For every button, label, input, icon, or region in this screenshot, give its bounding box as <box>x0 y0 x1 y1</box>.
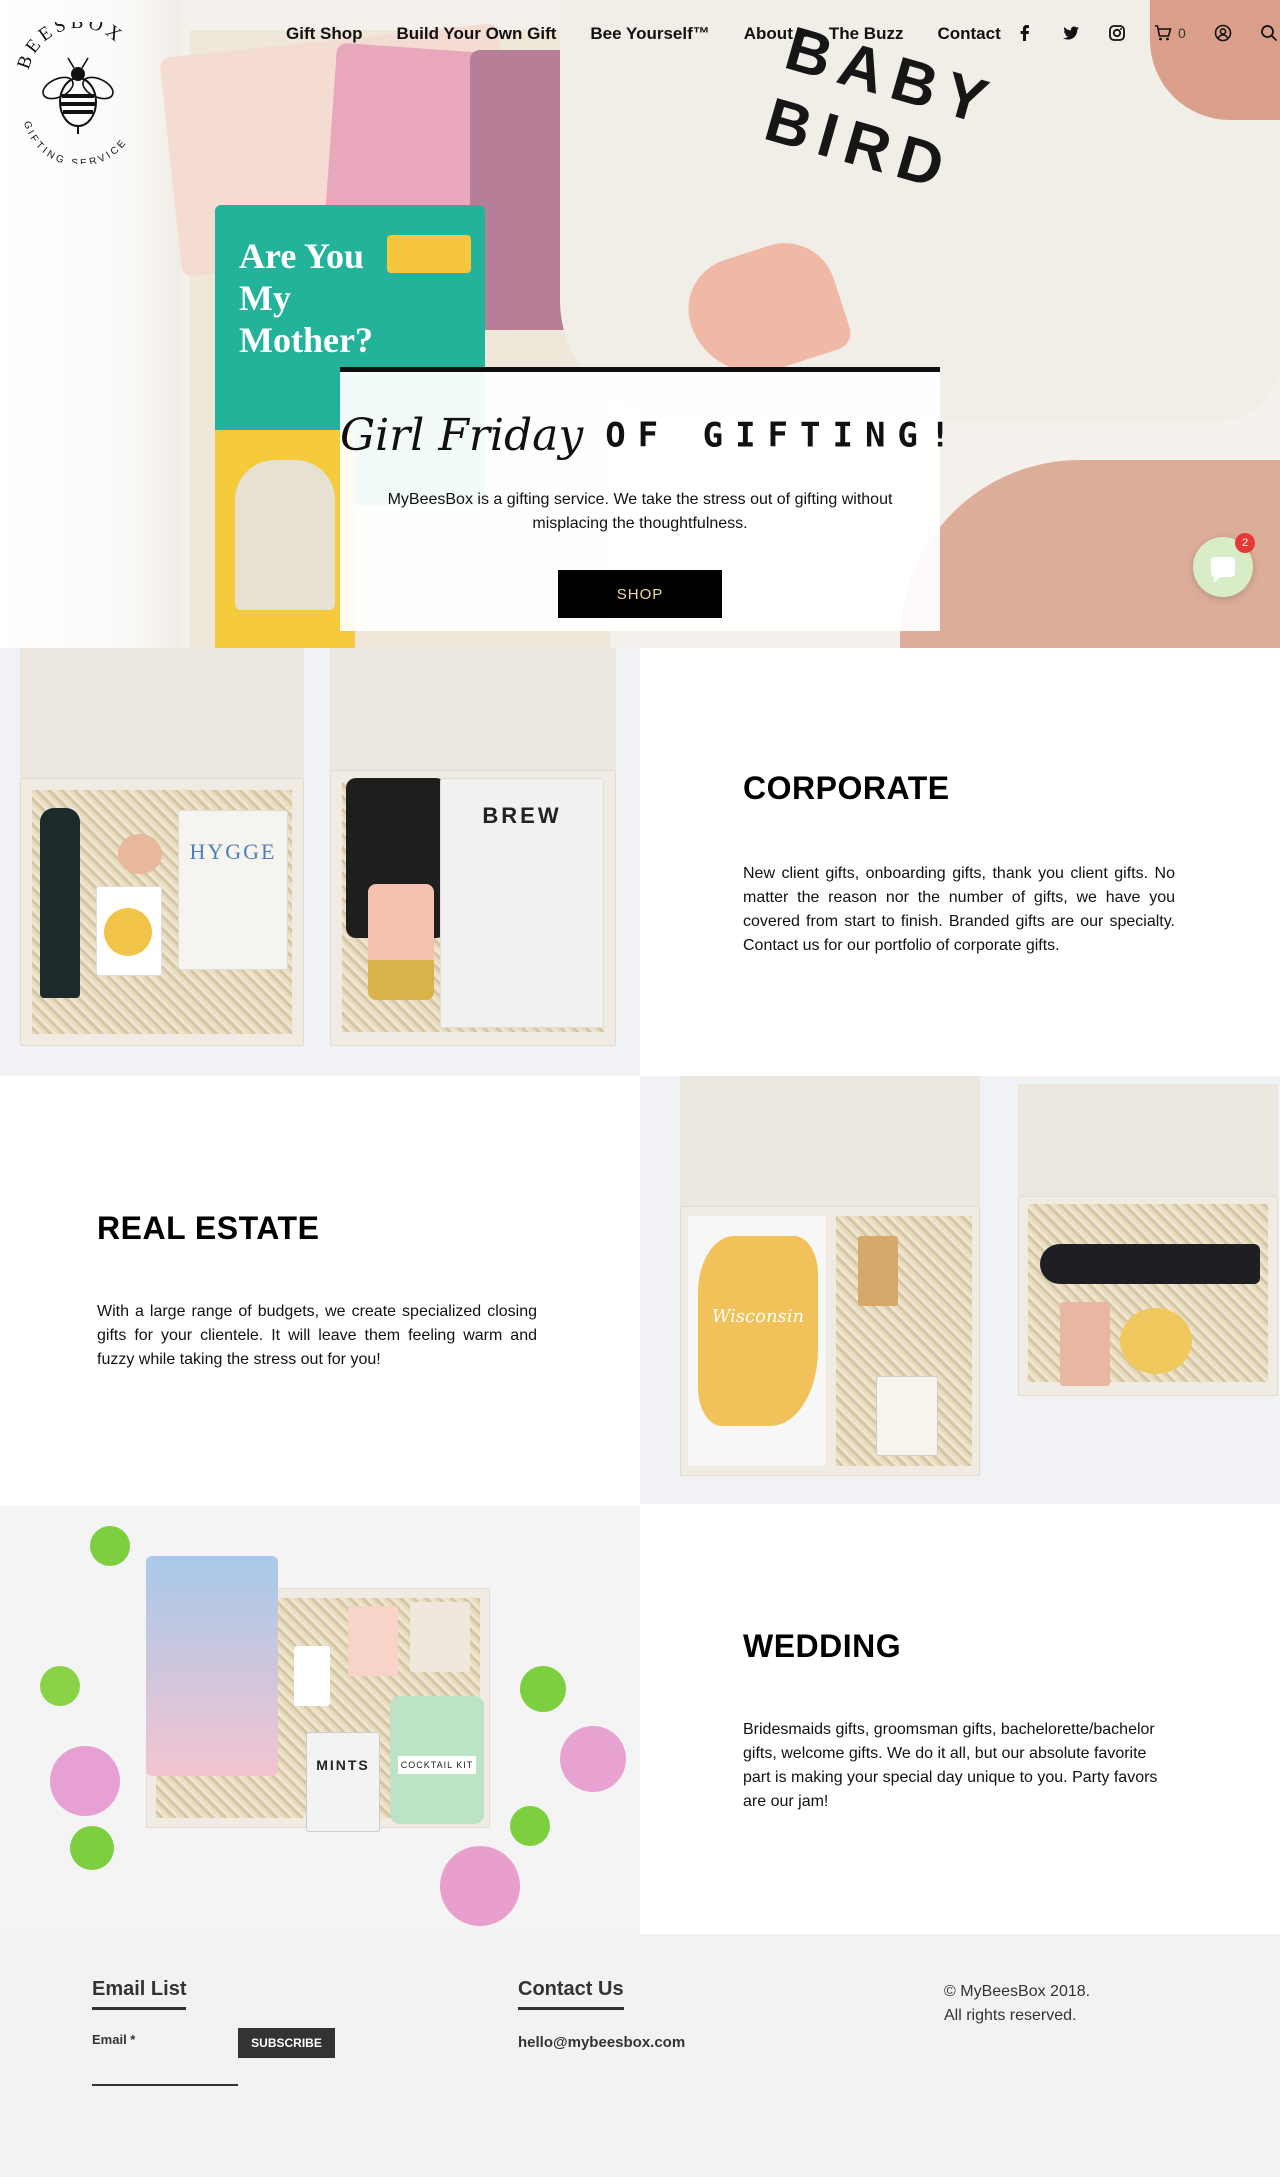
wisconsin-script-label: Wisconsin <box>711 1306 805 1327</box>
mints-label: MINTS <box>316 1757 370 1773</box>
email-field[interactable] <box>92 2058 238 2086</box>
wedding-text-block: WEDDING Bridesmaids gifts, groomsman gif… <box>640 1506 1280 1934</box>
hygge-book-title: HYGGE <box>189 839 277 864</box>
nav-gift-shop[interactable]: Gift Shop <box>286 24 362 44</box>
cart-link[interactable]: 0 <box>1154 24 1186 42</box>
instagram-icon[interactable] <box>1108 24 1126 42</box>
book-title: Are You My Mother? <box>239 236 373 360</box>
footer-email-column: Email List <box>92 1978 187 2010</box>
facebook-icon[interactable] <box>1016 24 1034 42</box>
chat-icon <box>1211 557 1235 583</box>
copyright-line-1: © MyBeesBox 2018. <box>944 1983 1091 2000</box>
cocktail-kit-label: COCKTAIL KIT <box>398 1756 476 1774</box>
twitter-icon[interactable] <box>1062 24 1080 42</box>
cart-icon <box>1155 25 1172 41</box>
nav-about[interactable]: About <box>744 24 811 44</box>
wedding-title: WEDDING <box>743 1628 902 1664</box>
nav-the-buzz[interactable]: The Buzz <box>829 24 904 44</box>
hero-card: Girl Friday OF GIFTING! MyBeesBox is a gi… <box>340 367 950 631</box>
corporate-photo: HYGGE BREW <box>0 648 640 1076</box>
nav-contact[interactable]: Contact <box>937 24 1000 44</box>
footer: Email List Email * Contact Us hello@mybe… <box>0 1934 1280 2177</box>
corporate-text-block: CORPORATE New client gifts, onboarding g… <box>640 648 1280 1076</box>
brew-box-title: BREW <box>482 803 562 828</box>
real-estate-photo: Wisconsin <box>640 1076 1280 1504</box>
nav-build-your-own-gift[interactable]: Build Your Own Gift <box>396 24 556 44</box>
real-estate-text-block: REAL ESTATE With a large range of budget… <box>0 1076 640 1504</box>
shop-button[interactable]: SHOP <box>558 570 722 618</box>
copyright: © MyBeesBox 2018. All rights reserved. <box>944 1980 1164 2028</box>
corporate-body: New client gifts, onboarding gifts, than… <box>743 865 1175 954</box>
subscribe-button[interactable]: SUBSCRIBE <box>238 2028 335 2058</box>
wedding-body: Bridesmaids gifts, groomsman gifts, bach… <box>743 1721 1158 1810</box>
beesbox-logo[interactable]: BEESBOX GIFTING SERVICE <box>13 12 142 169</box>
hero-heading: Girl Friday OF GIFTING! <box>340 410 950 461</box>
chevron-down-icon <box>800 31 810 38</box>
search-icon[interactable] <box>1260 24 1278 42</box>
cart-count: 0 <box>1178 25 1186 41</box>
copyright-line-2: All rights reserved. <box>944 2007 1077 2024</box>
corporate-title: CORPORATE <box>743 770 950 806</box>
real-estate-title: REAL ESTATE <box>97 1210 320 1246</box>
email-label: Email * <box>92 2032 136 2047</box>
email-list-heading: Email List <box>92 1978 187 2010</box>
hero-section: BABY BIRD Are You My Mother? Girl Friday… <box>0 0 1280 648</box>
footer-contact-column: Contact Us <box>518 1978 624 2010</box>
hero-script-text: Girl Friday <box>340 410 584 461</box>
nav-about-label: About <box>743 24 793 43</box>
account-icon[interactable] <box>1214 24 1232 42</box>
main-nav: Gift Shop Build Your Own Gift Bee Yourse… <box>286 22 1035 46</box>
nav-icon-bar: 0 <box>1016 24 1278 42</box>
chat-badge: 2 <box>1235 533 1255 553</box>
hero-description: MyBeesBox is a gifting service. We take … <box>387 491 893 532</box>
wedding-photo: MINTS COCKTAIL KIT <box>0 1506 640 1934</box>
bee-logo-icon: BEESBOX GIFTING SERVICE <box>13 12 127 169</box>
wisconsin-map-art: Wisconsin <box>698 1236 818 1426</box>
hero-caps-text: OF GIFTING! <box>605 415 963 456</box>
contact-email-link[interactable]: hello@mybeesbox.com <box>518 2034 685 2051</box>
contact-us-heading: Contact Us <box>518 1978 624 2010</box>
nav-bee-yourself[interactable]: Bee Yourself™ <box>590 24 709 44</box>
real-estate-body: With a large range of budgets, we create… <box>97 1303 537 1368</box>
